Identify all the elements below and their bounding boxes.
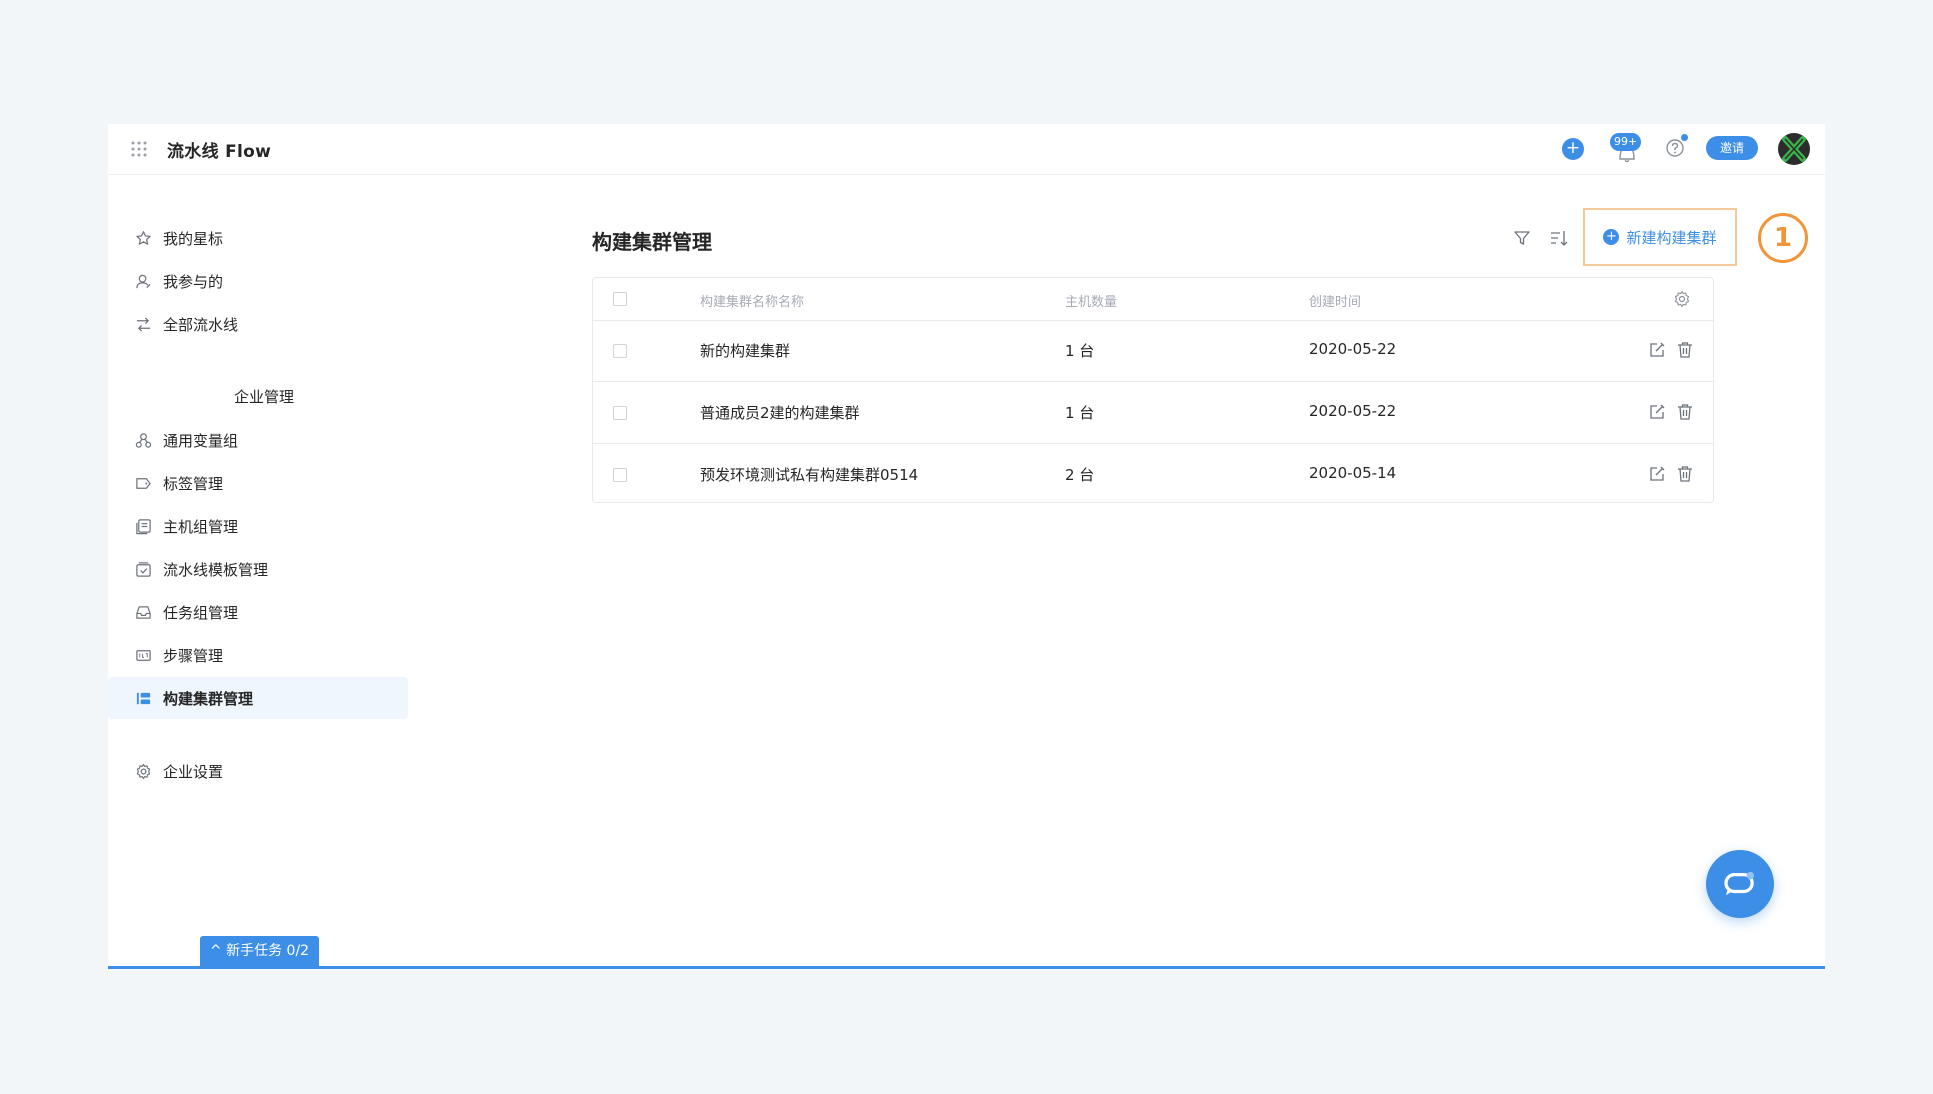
new-build-cluster-button[interactable]: + 新建构建集群: [1583, 208, 1737, 266]
delete-trash-icon[interactable]: [1676, 403, 1694, 421]
column-settings-gear-icon[interactable]: [1673, 290, 1691, 308]
top-bar: 流水线 Flow + 99+ 邀请: [108, 124, 1825, 175]
delete-trash-icon[interactable]: [1676, 341, 1694, 359]
cluster-name[interactable]: 预发环境测试私有构建集群0514: [700, 464, 918, 485]
sidebar-item-label: 流水线模板管理: [163, 560, 269, 579]
create-plus-button[interactable]: +: [1562, 138, 1584, 160]
gear-icon: [134, 762, 152, 780]
sidebar-item-starred[interactable]: 我的星标: [108, 217, 408, 259]
apps-grid-icon[interactable]: [130, 140, 148, 158]
invite-button[interactable]: 邀请: [1706, 136, 1758, 160]
notification-bell-button[interactable]: 99+: [1610, 133, 1644, 163]
sidebar-item-build-clusters[interactable]: 构建集群管理: [108, 677, 408, 719]
filter-icon[interactable]: [1513, 229, 1531, 247]
created-date: 2020-05-22: [1309, 340, 1397, 358]
cluster-name[interactable]: 普通成员2建的构建集群: [700, 402, 860, 423]
sidebar-item-label: 步骤管理: [163, 646, 224, 665]
column-header-hosts[interactable]: 主机数量: [1065, 291, 1117, 310]
row-checkbox[interactable]: [613, 344, 627, 358]
avatar[interactable]: [1778, 133, 1810, 165]
row-checkbox[interactable]: [613, 468, 627, 482]
avatar-x-icon: [1782, 136, 1806, 162]
sidebar-item-label: 通用变量组: [163, 431, 239, 450]
chat-support-button[interactable]: [1706, 850, 1774, 918]
table-row[interactable]: 普通成员2建的构建集群 1 台 2020-05-22: [593, 382, 1713, 444]
host-count: 1 台: [1065, 342, 1095, 360]
host-icon: [134, 517, 152, 535]
sidebar-item-label: 任务组管理: [163, 603, 239, 622]
plus-circle-icon: +: [1603, 229, 1620, 245]
table-header: 构建集群名称名称 主机数量 创建时间: [593, 278, 1713, 321]
sidebar-item-label: 企业设置: [163, 762, 224, 781]
template-icon: [134, 560, 152, 578]
question-icon: [1666, 139, 1684, 157]
edit-icon[interactable]: [1648, 465, 1666, 483]
steps-icon: [134, 646, 152, 664]
edit-icon[interactable]: [1648, 341, 1666, 359]
host-count: 2 台: [1065, 466, 1095, 484]
sidebar-item-host-groups[interactable]: 主机组管理: [108, 505, 408, 547]
sidebar-item-label: 全部流水线: [163, 315, 239, 334]
sidebar-item-label: 标签管理: [163, 474, 224, 493]
delete-trash-icon[interactable]: [1676, 465, 1694, 483]
sidebar-item-label: 我的星标: [163, 229, 224, 248]
page-title: 构建集群管理: [592, 230, 712, 254]
tag-icon: [134, 474, 152, 492]
sidebar-item-tags[interactable]: 标签管理: [108, 462, 408, 504]
sort-icon[interactable]: [1549, 229, 1569, 247]
new-button-label: 新建构建集群: [1626, 228, 1717, 247]
help-unread-dot: [1681, 134, 1688, 141]
user-icon: [134, 272, 152, 290]
host-count: 1 台: [1065, 404, 1095, 422]
row-checkbox[interactable]: [613, 406, 627, 420]
app-title[interactable]: 流水线 Flow: [167, 137, 271, 162]
cluster-icon: [134, 689, 152, 707]
sidebar-item-task-groups[interactable]: 任务组管理: [108, 591, 408, 633]
sidebar-item-steps[interactable]: 步骤管理: [108, 634, 408, 676]
edit-icon[interactable]: [1648, 403, 1666, 421]
table-row[interactable]: 新的构建集群 1 台 2020-05-22: [593, 320, 1713, 382]
inbox-icon: [134, 603, 152, 621]
flow-icon: [134, 315, 152, 333]
column-header-name[interactable]: 构建集群名称名称: [700, 291, 804, 310]
created-date: 2020-05-14: [1309, 464, 1397, 482]
bottom-accent-line: [108, 966, 1825, 969]
notification-badge: 99+: [1610, 133, 1642, 151]
sidebar-item-label: 构建集群管理: [163, 689, 254, 708]
created-date: 2020-05-22: [1309, 402, 1397, 420]
sidebar-item-label: 主机组管理: [163, 517, 239, 536]
cluster-name[interactable]: 新的构建集群: [700, 340, 790, 361]
sidebar-item-pipeline-templates[interactable]: 流水线模板管理: [108, 548, 408, 590]
beginner-tasks-tab[interactable]: ^ 新手任务 0/2: [200, 936, 319, 967]
step-marker: 1: [1758, 213, 1808, 263]
chat-bubble-icon: [1724, 871, 1754, 896]
help-button[interactable]: [1665, 134, 1688, 158]
sidebar-item-all-pipelines[interactable]: 全部流水线: [108, 303, 408, 345]
sidebar-section-enterprise: 企业管理: [234, 388, 295, 406]
sidebar-item-label: 我参与的: [163, 272, 224, 291]
table-row[interactable]: 预发环境测试私有构建集群0514 2 台 2020-05-14: [593, 444, 1713, 505]
build-cluster-table: 构建集群名称名称 主机数量 创建时间 新的构建集群 1 台 2020-05-22…: [592, 277, 1714, 503]
sidebar-item-variables[interactable]: 通用变量组: [108, 419, 408, 461]
star-icon: [134, 229, 152, 247]
select-all-checkbox[interactable]: [613, 292, 627, 306]
variable-icon: [134, 431, 152, 449]
sidebar-item-participated[interactable]: 我参与的: [108, 260, 408, 302]
column-header-created[interactable]: 创建时间: [1309, 291, 1361, 310]
sidebar-item-enterprise-settings[interactable]: 企业设置: [108, 750, 408, 792]
